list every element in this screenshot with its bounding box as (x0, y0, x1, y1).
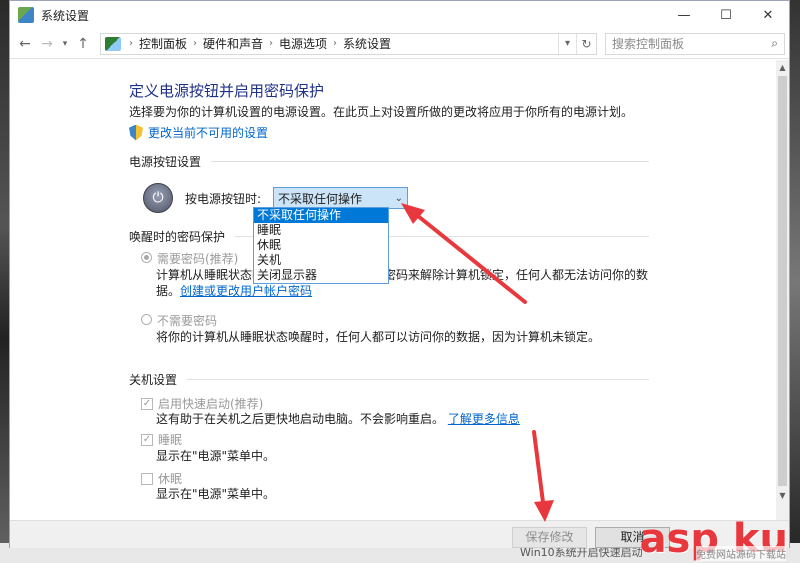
address-field[interactable]: › 控制面板 › 硬件和声音 › 电源选项 › 系统设置 ▾ ↻ (100, 32, 597, 55)
chevron-down-icon: ⌄ (394, 192, 404, 204)
up-arrow-icon[interactable]: ↑ (72, 33, 94, 55)
dropdown-option[interactable]: 不采取任何操作 (254, 208, 388, 223)
section-shutdown: 关机设置 (129, 371, 649, 388)
refresh-icon[interactable]: ↻ (576, 33, 596, 54)
dropdown-option[interactable]: 关机 (254, 253, 388, 268)
create-password-link[interactable]: 创建或更改用户帐户密码 (180, 284, 312, 298)
require-password-desc: 计算机从睡眠状态唤醒时，必须输入正确的密码来解除计算机锁定，任何人都无法访问你的… (156, 267, 656, 299)
radio-label: 需要密码(推荐) (157, 252, 239, 266)
chevron-right-icon: › (129, 38, 133, 49)
chevron-right-icon: › (193, 38, 198, 49)
no-password-option[interactable]: 不需要密码 (141, 312, 217, 329)
watermark-subtitle: 免费网站源码下载站 (696, 546, 786, 561)
learn-more-link[interactable]: 了解更多信息 (448, 412, 520, 426)
maximize-button[interactable]: ☐ (705, 1, 747, 29)
desktop-left-edge (0, 0, 9, 563)
system-settings-window: 系统设置 — ☐ ✕ ← → ▾ ↑ › 控制面板 › 硬件和声音 › 电源选项… (9, 0, 790, 548)
change-unavailable-settings-link[interactable]: 更改当前不可用的设置 (129, 124, 268, 141)
section-wake-password: 唤醒时的密码保护 (129, 228, 649, 245)
breadcrumb-power-options[interactable]: 电源选项 (279, 35, 327, 52)
dropdown-option[interactable]: 关闭显示器 (254, 268, 388, 283)
select-value: 不采取任何操作 (278, 191, 363, 206)
close-button[interactable]: ✕ (747, 1, 789, 29)
desktop-right-edge (790, 0, 800, 563)
sleep-option[interactable]: ✓ 睡眠 (141, 431, 182, 448)
window-icon (18, 7, 34, 23)
control-panel-icon (105, 36, 121, 51)
section-power-buttons: 电源按钮设置 (129, 153, 649, 170)
recent-chevron-icon[interactable]: ▾ (58, 33, 72, 55)
shield-icon (129, 124, 143, 141)
desc-line: 这有助于在关机之后更快地启动电脑。不会影响重启。 (156, 412, 445, 426)
title-bar[interactable]: 系统设置 — ☐ ✕ (10, 1, 789, 29)
scroll-up-icon[interactable]: ▲ (776, 60, 789, 74)
breadcrumb-control-panel[interactable]: 控制面板 (139, 35, 187, 52)
radio-button[interactable] (141, 252, 152, 263)
hibernate-option[interactable]: 休眠 (141, 470, 182, 487)
breadcrumb-hardware-sound[interactable]: 硬件和声音 (203, 35, 263, 52)
address-dropdown-icon[interactable]: ▾ (558, 33, 576, 54)
sleep-desc: 显示在"电源"菜单中。 (156, 449, 276, 463)
content-area: 定义电源按钮并启用密码保护 选择要为你的计算机设置的电源设置。在此页上对设置所做… (10, 60, 777, 520)
power-action-dropdown-list: 不采取任何操作 睡眠 休眠 关机 关闭显示器 (253, 207, 389, 284)
checkbox-label: 睡眠 (158, 433, 183, 447)
scroll-thumb[interactable] (778, 76, 787, 486)
power-button-action-select[interactable]: 不采取任何操作 ⌄ (273, 187, 409, 209)
fast-startup-option[interactable]: ✓ 启用快速启动(推荐) (141, 395, 263, 412)
search-input[interactable]: 搜索控制面板 (612, 35, 771, 52)
dropdown-option[interactable]: 睡眠 (254, 223, 388, 238)
checkbox-label: 启用快速启动(推荐) (158, 397, 264, 411)
dropdown-option[interactable]: 休眠 (254, 238, 388, 253)
section-label: 电源按钮设置 (129, 155, 202, 169)
fast-startup-desc: 这有助于在关机之后更快地启动电脑。不会影响重启。 了解更多信息 (156, 411, 656, 427)
chevron-right-icon: › (333, 38, 338, 49)
section-label: 唤醒时的密码保护 (129, 230, 226, 244)
section-label: 关机设置 (129, 373, 178, 387)
desc-line: 计算机从睡眠状态唤醒时，必须输入正确的密码来解除计算机锁定，任何人都无法访问你的… (156, 268, 649, 282)
desc-line: 据。 (156, 284, 181, 298)
divider (187, 379, 649, 380)
radio-button[interactable] (141, 314, 152, 325)
no-password-desc: 将你的计算机从睡眠状态唤醒时，任何人都可以访问你的数据，因为计算机未锁定。 (156, 330, 601, 344)
require-password-option[interactable]: 需要密码(推荐) (141, 250, 238, 267)
search-icon[interactable]: ⌕ (771, 36, 778, 51)
minimize-button[interactable]: — (663, 1, 705, 29)
chevron-right-icon: › (269, 38, 274, 49)
divider (211, 161, 649, 162)
back-arrow-icon[interactable]: ← (14, 33, 36, 55)
checkbox-label: 休眠 (158, 472, 183, 486)
search-box[interactable]: 搜索控制面板 ⌕ (605, 32, 785, 55)
hibernate-desc: 显示在"电源"菜单中。 (156, 487, 276, 501)
scroll-down-icon[interactable]: ▼ (776, 488, 789, 502)
checkbox[interactable]: ✓ (141, 397, 153, 410)
change-link-label[interactable]: 更改当前不可用的设置 (148, 124, 268, 141)
power-button-label: 按电源按钮时: (185, 191, 262, 206)
breadcrumb-system-settings[interactable]: 系统设置 (343, 35, 391, 52)
save-changes-button[interactable]: 保存修改 (512, 527, 587, 548)
vertical-scrollbar[interactable]: ▲ ▼ (776, 60, 789, 520)
address-bar: ← → ▾ ↑ › 控制面板 › 硬件和声音 › 电源选项 › 系统设置 ▾ ↻… (10, 29, 789, 59)
page-title: 定义电源按钮并启用密码保护 (129, 82, 325, 100)
radio-label: 不需要密码 (157, 314, 218, 328)
window-title: 系统设置 (41, 8, 90, 23)
page-description: 选择要为你的计算机设置的电源设置。在此页上对设置所做的更改将应用于你所有的电源计… (129, 105, 634, 119)
checkbox[interactable]: ✓ (141, 433, 153, 446)
forward-arrow-icon[interactable]: → (36, 33, 58, 55)
checkbox[interactable] (141, 472, 153, 485)
power-icon: ⏻ (143, 183, 173, 213)
